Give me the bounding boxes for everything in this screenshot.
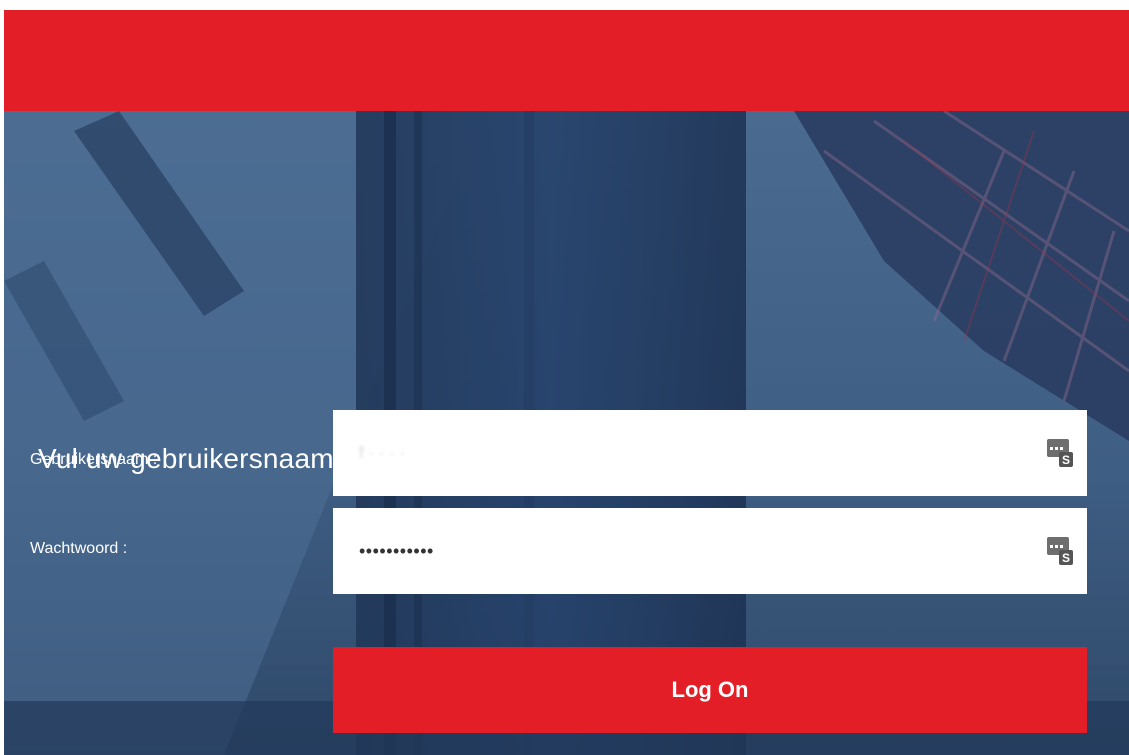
password-label: Wachtwoord : bbox=[30, 540, 128, 557]
login-page: Vul uw gebruikersnaam en wachtwoord in G… bbox=[0, 0, 1129, 755]
svg-text:S: S bbox=[1062, 551, 1070, 565]
username-label: Gebruikersnaam : bbox=[30, 451, 158, 468]
username-value[interactable]: f · · · · bbox=[359, 410, 405, 496]
username-field[interactable]: f · · · · S bbox=[333, 410, 1087, 496]
svg-text:S: S bbox=[1062, 453, 1070, 467]
keypad-key-icon[interactable]: S bbox=[1047, 439, 1073, 467]
log-on-button[interactable]: Log On bbox=[333, 647, 1087, 733]
header-bar bbox=[4, 10, 1129, 111]
keypad-key-icon[interactable]: S bbox=[1047, 537, 1073, 565]
password-field[interactable]: ••••••••••• S bbox=[333, 508, 1087, 594]
password-value[interactable]: ••••••••••• bbox=[359, 508, 434, 594]
